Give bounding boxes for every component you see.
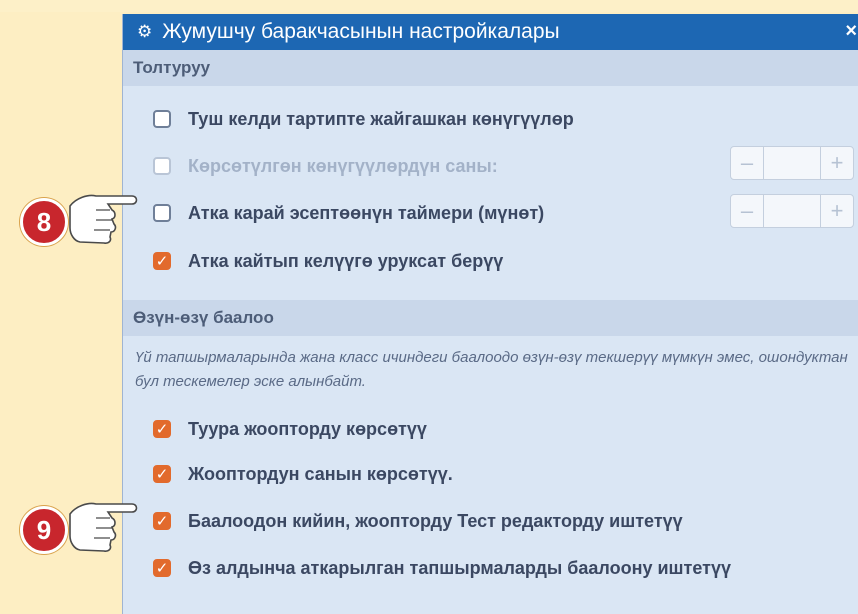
option-show-count[interactable]: ✓ Жооптордун санын көрсөтүү.	[153, 459, 453, 489]
option-label: Туш келди тартипте жайгашкан көнүгүүлөр	[188, 108, 574, 129]
option-allow-return[interactable]: ✓ Атка кайтып келүүгө уруксат берүү	[153, 246, 503, 276]
option-label: Өз алдынча аткарылган тапшырмаларды баал…	[188, 557, 731, 578]
option-pre-grade[interactable]: ✓ Өз алдынча аткарылган тапшырмаларды ба…	[153, 553, 731, 583]
option-label: Баалоодон кийин, жоопторду Тест редактор…	[188, 510, 683, 531]
option-send-to-editor[interactable]: ✓ Баалоодон кийин, жоопторду Тест редакт…	[153, 506, 683, 536]
close-icon[interactable]: ×	[845, 20, 857, 43]
minus-icon[interactable]: –	[731, 195, 764, 227]
page-background	[0, 0, 858, 12]
option-label: Атка карай эсептөөнүн таймери (мүнөт)	[188, 202, 545, 223]
plus-icon: +	[820, 147, 853, 179]
shown-count-stepper: – +	[730, 146, 854, 180]
option-show-correct[interactable]: ✓ Туура жоопторду көрсөтүү	[153, 414, 427, 444]
checkbox-shown-count	[153, 157, 171, 175]
callout-marker-9: 9	[20, 506, 68, 554]
minus-icon: –	[731, 147, 764, 179]
dialog-title: Жумушчу баракчасынын настройкалары	[162, 20, 560, 43]
checkbox-show-count[interactable]: ✓	[153, 465, 171, 483]
worksheet-settings-dialog: ⚙ Жумушчу баракчасынын настройкалары × Т…	[122, 14, 858, 614]
option-label: Көрсөтүлгөн көнүгүүлөрдүн саны:	[188, 155, 498, 176]
checkbox-send-to-editor[interactable]: ✓	[153, 512, 171, 530]
checkbox-random-order[interactable]	[153, 110, 171, 128]
option-label: Жооптордун санын көрсөтүү.	[188, 463, 453, 484]
pointing-hand-icon	[69, 502, 138, 552]
checkbox-allow-return[interactable]: ✓	[153, 252, 171, 270]
option-random-order[interactable]: Туш келди тартипте жайгашкан көнүгүүлөр	[153, 104, 574, 134]
option-label: Атка кайтып келүүгө уруксат берүү	[188, 250, 504, 271]
plus-icon[interactable]: +	[820, 195, 853, 227]
checkbox-timer[interactable]	[153, 204, 171, 222]
option-shown-count: Көрсөтүлгөн көнүгүүлөрдүн саны:	[153, 151, 498, 181]
callout-marker-8: 8	[20, 198, 68, 246]
checkbox-show-correct[interactable]: ✓	[153, 420, 171, 438]
option-label: Туура жоопторду көрсөтүү	[188, 418, 427, 439]
option-timer[interactable]: Атка карай эсептөөнүн таймери (мүнөт)	[153, 198, 544, 228]
dialog-titlebar: ⚙ Жумушчу баракчасынын настройкалары ×	[123, 14, 858, 50]
checkbox-pre-grade[interactable]: ✓	[153, 559, 171, 577]
timer-stepper[interactable]: – +	[730, 194, 854, 228]
gear-icon: ⚙	[137, 22, 153, 41]
section-header-self-assessment: Өзүн-өзү баалоо	[123, 300, 858, 336]
self-assessment-note: Үй тапшырмаларында жана класс ичиндеги б…	[135, 349, 848, 390]
pointing-hand-icon	[69, 194, 138, 244]
section-header-filling: Толтуруу	[123, 50, 858, 86]
